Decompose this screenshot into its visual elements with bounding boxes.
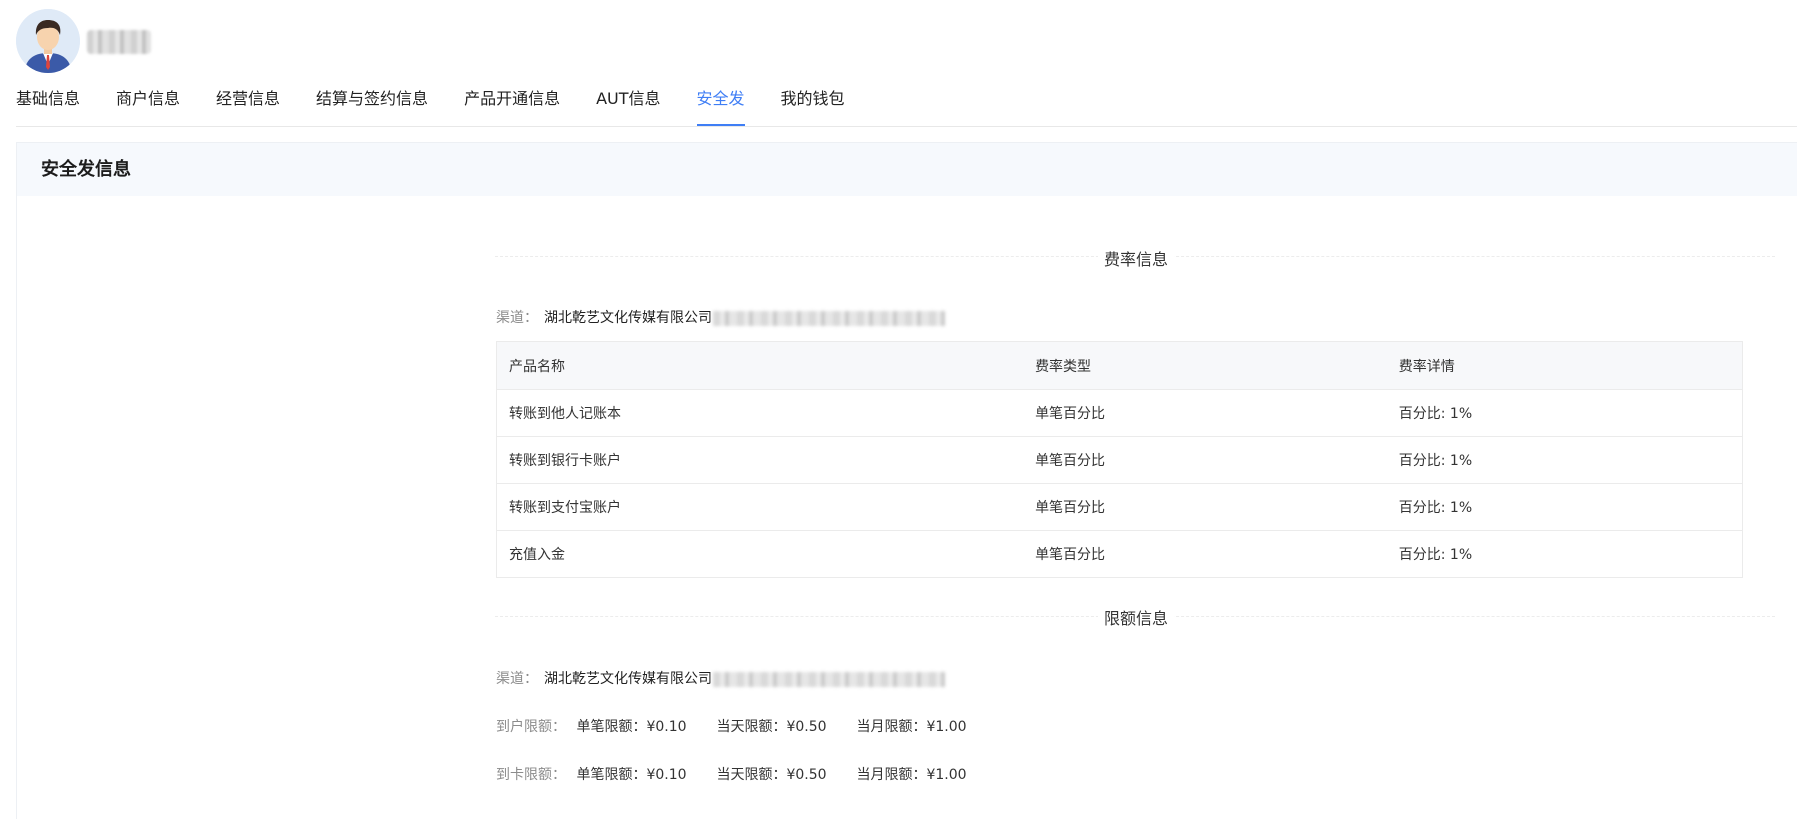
limit-section-title: 限额信息 (1097, 605, 1175, 629)
fee-table: 产品名称 费率类型 费率详情 转账到他人记账本 单笔百分比 百分比: 1% 转账… (496, 341, 1743, 578)
table-row: 充值入金 单笔百分比 百分比: 1% (497, 531, 1743, 578)
tab-my-wallet[interactable]: 我的钱包 (781, 76, 845, 126)
limit-row-label: 到户限额： (496, 719, 566, 735)
tab-bar: 基础信息 商户信息 经营信息 结算与签约信息 产品开通信息 AUT信息 安全发 … (16, 76, 1797, 127)
channel-redacted (713, 671, 945, 687)
table-row: 转账到银行卡账户 单笔百分比 百分比: 1% (496, 436, 1743, 484)
table-row: 转账到他人记账本 单笔百分比 百分比: 1% (496, 389, 1743, 437)
tab-business-info[interactable]: 经营信息 (216, 76, 280, 126)
panel-title: 安全发信息 (17, 143, 1797, 196)
fee-type-cell: 单笔百分比 (1023, 436, 1387, 484)
col-fee-type: 费率类型 (1023, 341, 1387, 390)
monthly-limit: 当月限额：¥1.00 (856, 767, 967, 783)
tab-safe-pay[interactable]: 安全发 (696, 76, 745, 126)
daily-limit: 当天限额：¥0.50 (716, 719, 827, 735)
single-limit: 单笔限额：¥0.10 (576, 719, 687, 735)
limit-channel-value: 湖北乾艺文化传媒有限公司 (544, 671, 712, 687)
account-limit-row: 到户限额： 单笔限额：¥0.10 当天限额：¥0.50 当月限额：¥1.00 (496, 716, 967, 736)
limit-channel-row: 渠道： 湖北乾艺文化传媒有限公司 (496, 668, 945, 688)
fee-channel-row: 渠道： 湖北乾艺文化传媒有限公司 (496, 307, 945, 327)
fee-type-cell: 单笔百分比 (1035, 547, 1106, 563)
fee-section-title: 费率信息 (1097, 246, 1175, 270)
table-row: 转账到支付宝账户 单笔百分比 百分比: 1% (496, 483, 1743, 531)
tab-aut-info[interactable]: AUT信息 (596, 76, 660, 126)
limit-channel-label: 渠道： (496, 671, 538, 687)
tab-settlement-info[interactable]: 结算与签约信息 (316, 76, 428, 126)
channel-redacted (713, 310, 945, 326)
avatar (16, 9, 80, 73)
user-avatar-icon (16, 9, 80, 73)
fee-channel-value: 湖北乾艺文化传媒有限公司 (544, 310, 712, 326)
tab-merchant-info[interactable]: 商户信息 (116, 76, 180, 126)
username-redacted (87, 30, 151, 54)
fee-channel-label: 渠道： (496, 310, 538, 326)
fee-detail-cell: 百分比: 1% (1398, 547, 1473, 563)
fee-detail-cell: 百分比: 1% (1386, 436, 1743, 484)
product-name-cell: 转账到银行卡账户 (496, 436, 1024, 484)
fee-detail-cell: 百分比: 1% (1386, 389, 1743, 437)
card-limit-row: 到卡限额： 单笔限额：¥0.10 当天限额：¥0.50 当月限额：¥1.00 (496, 764, 967, 784)
daily-limit: 当天限额：¥0.50 (716, 767, 827, 783)
product-name-cell: 转账到支付宝账户 (496, 483, 1024, 531)
tab-product-info[interactable]: 产品开通信息 (464, 76, 560, 126)
fee-type-cell: 单笔百分比 (1023, 483, 1387, 531)
col-fee-detail: 费率详情 (1386, 341, 1743, 390)
product-name-cell: 充值入金 (509, 547, 565, 563)
fee-type-cell: 单笔百分比 (1023, 389, 1387, 437)
single-limit: 单笔限额：¥0.10 (576, 767, 687, 783)
limit-row-label: 到卡限额： (496, 767, 566, 783)
tab-basic-info[interactable]: 基础信息 (16, 76, 80, 126)
monthly-limit: 当月限额：¥1.00 (856, 719, 967, 735)
fee-table-header: 产品名称 费率类型 费率详情 (496, 341, 1743, 390)
product-name-cell: 转账到他人记账本 (496, 389, 1024, 437)
col-product-name: 产品名称 (496, 341, 1024, 390)
fee-detail-cell: 百分比: 1% (1386, 483, 1743, 531)
